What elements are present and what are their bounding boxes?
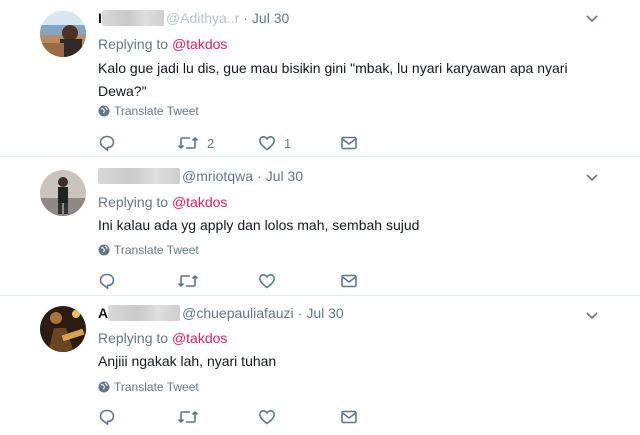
redacted-display-name [98,168,180,184]
translate-tweet-link[interactable]: Translate Tweet [98,104,199,118]
avatar[interactable] [40,170,86,216]
mention-link[interactable]: @takdos [172,36,227,52]
like-icon [258,135,276,151]
tweet-text: Ini kalau ada yg apply dan lolos mah, se… [98,217,420,233]
separator-dot: · [297,305,303,321]
direct-message-icon [341,274,357,288]
globe-icon [98,381,110,393]
separator-dot: · [257,168,262,184]
tweet-text: Anjiii ngakak lah, nyari tuhan [98,353,277,369]
replying-to: Replying to @takdos [98,194,227,210]
user-handle[interactable]: @Adithya..r [166,10,239,26]
like-button[interactable] [258,271,284,291]
like-icon [258,273,276,289]
replying-label: Replying to [98,330,169,346]
display-name-fragment[interactable]: A [98,305,108,321]
replying-to: Replying to @takdos [98,36,227,52]
translate-label[interactable]: Translate Tweet [114,380,199,394]
user-handle[interactable]: @mriotqwa [182,168,253,184]
reply-button[interactable] [98,133,116,153]
reply-icon [99,273,115,290]
like-count: 1 [284,135,292,151]
replying-label: Replying to [98,36,169,52]
tweet-date[interactable]: Jul 30 [252,10,289,26]
tweet-date[interactable]: Jul 30 [306,305,343,321]
chevron-down-icon[interactable] [584,309,600,323]
reply-button[interactable] [98,271,116,291]
chevron-down-icon[interactable] [584,12,600,26]
direct-message-button[interactable] [340,407,358,427]
direct-message-button[interactable] [340,271,358,291]
mention-link[interactable]: @takdos [172,194,227,210]
tweet-header: @mriotqwa · Jul 30 [98,166,303,186]
retweet-button[interactable]: 2 [177,133,214,153]
retweet-icon [177,274,199,288]
direct-message-icon [341,136,357,150]
chevron-down-icon[interactable] [584,171,600,185]
retweet-button[interactable] [177,271,207,291]
translate-label[interactable]: Translate Tweet [114,104,199,118]
user-handle[interactable]: @chuepauliafauzi [182,305,294,321]
translate-tweet-link[interactable]: Translate Tweet [98,243,199,257]
tweet-reply[interactable]: I @Adithya..r · Jul 30 Replying to @takd… [0,0,640,153]
direct-message-button[interactable] [340,133,358,153]
retweet-count: 2 [207,135,215,151]
translate-label[interactable]: Translate Tweet [114,243,199,257]
retweet-button[interactable] [177,407,207,427]
like-button[interactable]: 1 [258,133,291,153]
tweet-header: A @chuepauliafauzi · Jul 30 [98,303,344,323]
like-icon [258,409,276,425]
tweet-text: Kalo gue jadi lu dis, gue mau bisikin gi… [98,60,568,99]
replying-label: Replying to [98,194,169,210]
avatar[interactable] [40,11,86,57]
avatar[interactable] [40,306,86,352]
retweet-icon [177,410,199,424]
tweet-header: I @Adithya..r · Jul 30 [98,8,289,28]
reply-icon [99,409,115,426]
retweet-icon [177,136,199,150]
direct-message-icon [341,410,357,424]
translate-tweet-link[interactable]: Translate Tweet [98,380,199,394]
redacted-display-name [101,10,164,26]
reply-icon [99,135,115,152]
separator-dot: · [243,10,248,26]
redacted-display-name [108,305,181,321]
mention-link[interactable]: @takdos [172,330,227,346]
tweet-reply[interactable]: A @chuepauliafauzi · Jul 30 Replying to … [0,296,640,435]
like-button[interactable] [258,407,284,427]
tweet-date[interactable]: Jul 30 [266,168,303,184]
tweet-reply[interactable]: @mriotqwa · Jul 30 Replying to @takdos I… [0,157,640,292]
replying-to: Replying to @takdos [98,330,227,346]
globe-icon [98,105,110,117]
globe-icon [98,244,110,256]
reply-button[interactable] [98,407,116,427]
